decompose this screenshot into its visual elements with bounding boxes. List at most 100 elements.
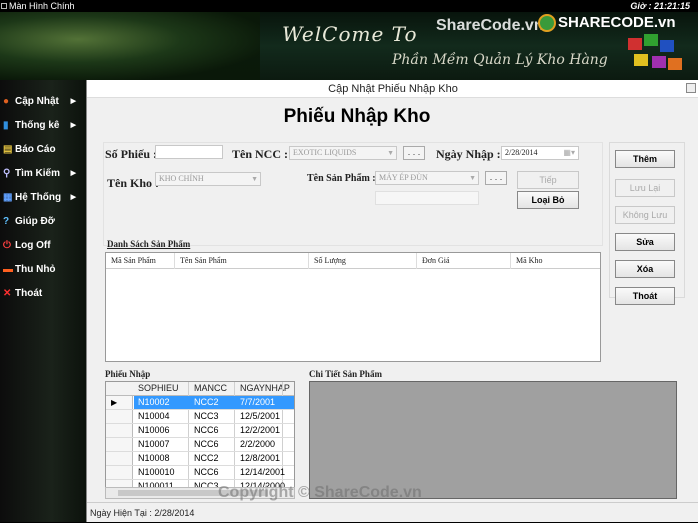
- logo-ball-icon: [538, 14, 556, 33]
- cell-ngaynhap: 2/2/2000: [240, 439, 276, 449]
- cell-sophieu: N10002: [138, 397, 170, 407]
- cell-ngaynhap: 12/2/2001: [240, 425, 281, 435]
- banner: WelCome To Phần Mềm Quản Lý Kho Hàng Sha…: [0, 12, 698, 80]
- block-yellow: [634, 54, 648, 66]
- cell-mancc: NCC2: [194, 397, 219, 407]
- col-divider: [510, 253, 511, 269]
- cell-mancc: NCC6: [194, 425, 219, 435]
- row-selector: [106, 452, 133, 465]
- sidebar-menu: ● Cập Nhật ▶ ▮ Thống kê ▶ ▤ Báo Cáo ⚲ Tìm …: [0, 80, 86, 522]
- cell-mancc: NCC6: [194, 467, 219, 477]
- thoat-button[interactable]: Thoát: [615, 287, 675, 305]
- cell-mancc: NCC3: [194, 411, 219, 421]
- window-app-icon: [1, 3, 7, 9]
- row-selector: [106, 424, 133, 437]
- ten-ncc-label: Tên NCC :: [232, 147, 288, 161]
- banner-subtitle: Phần Mềm Quản Lý Kho Hàng: [392, 52, 608, 68]
- cell-sophieu: N10007: [138, 439, 170, 449]
- col-header: MANCC: [194, 383, 227, 393]
- logoff-icon: ⏻: [3, 240, 11, 251]
- ten-san-pham-select[interactable]: MÁY ÉP ĐÙN ▼: [375, 171, 479, 185]
- sidebar-item-thong-ke[interactable]: ▮ Thống kê ▶: [0, 116, 76, 136]
- luu-lai-button[interactable]: Lưu Lại: [615, 179, 675, 197]
- system-icon: ▦: [3, 192, 13, 203]
- cell-ngaynhap: 12/8/2001: [240, 453, 281, 463]
- cell-sophieu: N100010: [138, 467, 175, 477]
- col-header: Mã Kho: [516, 256, 543, 265]
- calendar-icon: ▦▾: [563, 148, 575, 157]
- phieu-nhap-dialog: Cập Nhật Phiếu Nhập Kho Phiếu Nhập Kho S…: [86, 80, 698, 522]
- status-bar: Ngày Hiện Tại : 2/28/2014: [87, 502, 698, 522]
- banner-watermark: ShareCode.vn: [436, 17, 544, 34]
- product-grid[interactable]: Mã Sản Phẩm Tên Sản Phẩm Số Lượng Đơn Gi…: [105, 252, 601, 362]
- update-icon: ●: [3, 96, 10, 107]
- col-header: Mã Sản Phẩm: [111, 256, 156, 265]
- minimize-icon: ▬: [3, 264, 13, 275]
- loai-bo-button[interactable]: Loại Bỏ: [517, 191, 579, 209]
- window-title: Màn Hình Chính: [9, 1, 75, 11]
- chi-tiet-label: Chi Tiết Sản Phẩm: [309, 369, 382, 379]
- phieu-nhap-label: Phiếu Nhập: [105, 369, 151, 379]
- ten-ncc-select[interactable]: EXOTIC LIQUIDS ▼: [289, 146, 397, 160]
- row-selector: [106, 466, 133, 479]
- table-row[interactable]: ▶ N10002 NCC2 7/7/2001: [106, 396, 294, 410]
- row-selector: [106, 410, 133, 423]
- cell-mancc: NCC6: [194, 439, 219, 449]
- so-phieu-label: Số Phiếu :: [105, 147, 158, 161]
- ncc-browse-button[interactable]: . . .: [403, 146, 425, 160]
- sidebar-item-giup-do[interactable]: ? Giúp Đỡ: [0, 212, 76, 232]
- close-icon[interactable]: [686, 83, 696, 93]
- row-selector: [106, 438, 133, 451]
- so-phieu-input[interactable]: [155, 145, 223, 159]
- chevron-down-icon: ▼: [251, 175, 258, 183]
- product-grid-header: Mã Sản Phẩm Tên Sản Phẩm Số Lượng Đơn Gi…: [106, 253, 600, 269]
- col-header: Đơn Giá: [422, 256, 450, 265]
- phieu-nhap-grid-header: SOPHIEU MANCC NGAYNHAP: [106, 382, 294, 396]
- them-button[interactable]: Thêm: [615, 150, 675, 168]
- sidebar-item-cap-nhat[interactable]: ● Cập Nhật ▶: [0, 92, 76, 112]
- block-green: [644, 34, 658, 46]
- chi-tiet-san-pham-panel[interactable]: [309, 381, 677, 499]
- tiep-button[interactable]: Tiếp: [517, 171, 579, 189]
- ten-kho-select[interactable]: KHO CHÍNH ▼: [155, 172, 261, 186]
- table-row[interactable]: N10008 NCC2 12/8/2001: [106, 452, 294, 466]
- so-luong-input[interactable]: [375, 191, 479, 205]
- sidebar-item-he-thong[interactable]: ▦ Hệ Thống ▶: [0, 188, 76, 208]
- khong-luu-button[interactable]: Không Lưu: [615, 206, 675, 224]
- sidebar-item-bao-cao[interactable]: ▤ Báo Cáo: [0, 140, 76, 160]
- block-blue: [660, 40, 674, 52]
- sua-button[interactable]: Sửa: [615, 233, 675, 251]
- danh-sach-label: Danh Sách Sản Phẩm: [107, 239, 191, 249]
- cell-sophieu: N10006: [138, 425, 170, 435]
- table-row[interactable]: N100010 NCC6 12/14/2001: [106, 466, 294, 480]
- table-row[interactable]: N10007 NCC6 2/2/2000: [106, 438, 294, 452]
- cell-mancc: NCC2: [194, 453, 219, 463]
- page-title: Phiếu Nhập Kho: [283, 106, 431, 127]
- table-row[interactable]: N10004 NCC3 12/5/2001: [106, 410, 294, 424]
- report-icon: ▤: [3, 144, 13, 155]
- cell-ngaynhap: 7/7/2001: [240, 397, 276, 407]
- block-red: [628, 38, 642, 50]
- san-pham-browse-button[interactable]: . . .: [485, 171, 507, 185]
- cell-sophieu: N10004: [138, 411, 170, 421]
- sidebar-item-thu-nho[interactable]: ▬ Thu Nhỏ: [0, 260, 76, 280]
- col-divider: [174, 253, 175, 269]
- cell-ngaynhap: 12/5/2001: [240, 411, 281, 421]
- row-selector-arrow-icon: ▶: [106, 396, 133, 409]
- table-row[interactable]: N10006 NCC6 12/2/2001: [106, 424, 294, 438]
- exit-icon: ✕: [3, 288, 12, 299]
- help-icon: ?: [3, 216, 10, 227]
- sidebar-item-tim-kiem[interactable]: ⚲ Tìm Kiếm ▶: [0, 164, 76, 184]
- xoa-button[interactable]: Xóa: [615, 260, 675, 278]
- main-window-titlebar: Màn Hình Chính Giờ : 21:21:15: [0, 0, 698, 12]
- ngay-nhap-datepicker[interactable]: 2/28/2014 ▦▾: [501, 146, 579, 160]
- chevron-down-icon: ▼: [387, 149, 394, 157]
- submenu-arrow-icon: ▶: [70, 98, 76, 105]
- ngay-nhap-label: Ngày Nhập :: [436, 147, 501, 161]
- phieu-nhap-grid[interactable]: SOPHIEU MANCC NGAYNHAP ▶ N10002 NCC2 7/7…: [105, 381, 295, 499]
- block-purple: [652, 56, 666, 68]
- toolbox-graphic: [624, 32, 684, 78]
- col-header: Tên Sản Phẩm: [180, 256, 227, 265]
- sidebar-item-log-off[interactable]: ⏻ Log Off: [0, 236, 76, 256]
- sidebar-item-thoat[interactable]: ✕ Thoát: [0, 284, 76, 304]
